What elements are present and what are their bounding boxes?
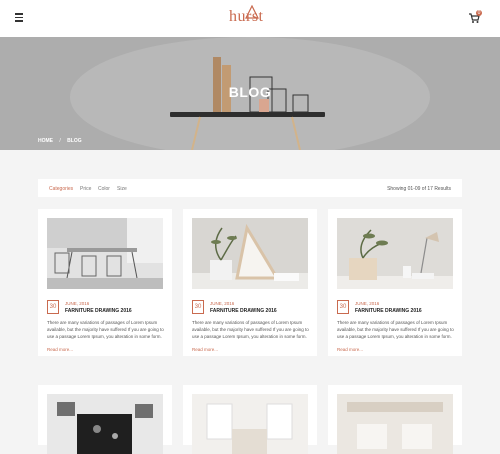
blog-image[interactable] [337,394,453,454]
hamburger-icon[interactable] [15,13,23,22]
post-date: JUNE, 2016 [65,301,90,306]
breadcrumb-current: BLOG [67,138,82,144]
post-excerpt: There are many variations of passages of… [192,320,309,339]
cart-count-badge: 0 [476,10,482,16]
post-date: JUNE, 2016 [210,301,235,306]
hero-banner: BLOG HOME / BLOG [0,37,500,150]
post-excerpt: There are many variations of passages of… [337,320,454,339]
blog-image[interactable] [192,218,308,289]
blog-image[interactable] [192,394,308,454]
results-count: Showing 01-09 of 17 Results [387,186,451,192]
post-day: 30 [192,300,204,314]
post-title[interactable]: FARNITURE DRAWING 2016 [210,308,277,314]
blog-card: 30 JUNE, 2016 FARNITURE DRAWING 2016 The… [38,209,172,356]
blog-image[interactable] [47,394,163,454]
read-more-link[interactable]: Read more... [47,347,73,352]
blog-card [328,385,462,454]
post-day: 30 [47,300,59,314]
filter-size[interactable]: Size [117,186,127,192]
breadcrumb-separator: / [59,138,61,144]
breadcrumb-home[interactable]: HOME [38,138,53,144]
blog-image[interactable] [47,218,163,289]
blog-card [38,385,172,454]
blog-card: 30 JUNE, 2016 FARNITURE DRAWING 2016 The… [183,209,317,356]
post-day: 30 [337,300,349,314]
blog-card: 30 JUNE, 2016 FARNITURE DRAWING 2016 The… [328,209,462,356]
blog-image[interactable] [337,218,453,289]
page-title: BLOG [228,84,272,100]
read-more-link[interactable]: Read more... [192,347,218,352]
post-title[interactable]: FARNITURE DRAWING 2016 [355,308,422,314]
site-header: hurst 0 [0,0,500,37]
blog-card [183,385,317,454]
filter-color[interactable]: Color [98,186,110,192]
logo-triangle-icon [245,5,259,19]
post-excerpt: There are many variations of passages of… [47,320,164,339]
post-date: JUNE, 2016 [355,301,380,306]
filter-bar: Categories Price Color Size Showing 01-0… [38,179,462,197]
post-title[interactable]: FARNITURE DRAWING 2016 [65,308,132,314]
read-more-link[interactable]: Read more... [337,347,363,352]
filter-price[interactable]: Price [80,186,91,192]
breadcrumb: HOME / BLOG [38,138,87,144]
filter-categories[interactable]: Categories [49,186,73,192]
